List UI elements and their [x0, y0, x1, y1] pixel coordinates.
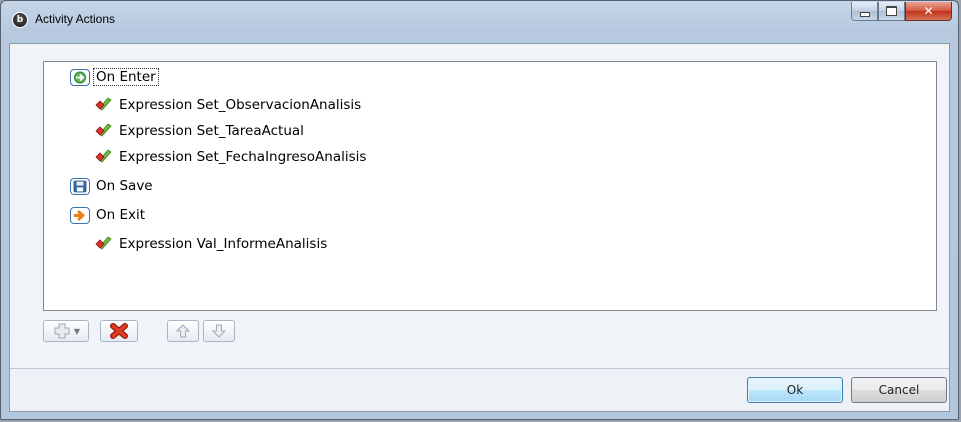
- tree-item-label: Expression Set_ObservacionAnalisis: [119, 97, 362, 113]
- delete-button[interactable]: [100, 320, 138, 342]
- dialog-footer: Ok Cancel: [10, 368, 949, 411]
- exit-arrow-icon: [70, 206, 90, 224]
- close-button[interactable]: ✕: [905, 2, 952, 21]
- tree-item-label: Expression Set_TareaActual: [119, 123, 304, 139]
- tree-node-label: On Exit: [96, 207, 146, 223]
- activity-actions-dialog: b Activity Actions ✕ On Enter Expression…: [0, 0, 959, 420]
- chevron-down-icon: ▼: [73, 326, 81, 336]
- maximize-icon: [886, 6, 897, 16]
- move-up-button[interactable]: [167, 320, 199, 342]
- maximize-button[interactable]: [878, 2, 905, 21]
- expression-gem-icon: [95, 97, 112, 111]
- window-title: Activity Actions: [35, 12, 116, 26]
- add-dropdown-button[interactable]: ▼: [43, 320, 89, 342]
- add-plus-icon: [54, 323, 70, 339]
- tree-item-label: Expression Val_InformeAnalisis: [119, 236, 328, 252]
- caption-buttons: ✕: [851, 2, 952, 22]
- app-logo-icon[interactable]: b: [12, 12, 28, 28]
- arrow-down-icon: [211, 324, 227, 338]
- move-down-button[interactable]: [203, 320, 235, 342]
- tree-item-expression[interactable]: Expression Set_TareaActual: [95, 121, 304, 141]
- arrow-up-icon: [175, 324, 191, 338]
- expression-gem-icon: [95, 123, 112, 137]
- minimize-button[interactable]: [851, 2, 878, 21]
- cancel-button[interactable]: Cancel: [851, 377, 947, 403]
- enter-arrow-icon: [70, 68, 90, 86]
- save-disk-icon: [70, 177, 90, 195]
- tree-node-on-save[interactable]: On Save: [70, 176, 153, 196]
- dialog-content: On Enter Expression Set_ObservacionAnali…: [9, 43, 950, 412]
- tree-item-expression[interactable]: Expression Set_FechaIngresoAnalisis: [95, 147, 366, 167]
- expression-gem-icon: [95, 149, 112, 163]
- delete-x-icon: [110, 323, 128, 339]
- tree-item-label: Expression Set_FechaIngresoAnalisis: [119, 149, 367, 165]
- tree-item-expression[interactable]: Expression Set_ObservacionAnalisis: [95, 95, 361, 115]
- tree-node-label: On Save: [96, 178, 153, 194]
- tree-item-expression[interactable]: Expression Val_InformeAnalisis: [95, 234, 327, 254]
- title-bar[interactable]: b Activity Actions ✕: [1, 1, 958, 43]
- tree-node-label: On Enter: [93, 68, 159, 86]
- tree-node-on-exit[interactable]: On Exit: [70, 205, 145, 225]
- expression-gem-icon: [95, 236, 112, 250]
- close-icon: ✕: [923, 4, 934, 18]
- minimize-icon: [859, 11, 870, 17]
- ok-button[interactable]: Ok: [747, 377, 843, 403]
- tree-node-on-enter[interactable]: On Enter: [70, 67, 159, 87]
- actions-tree[interactable]: On Enter Expression Set_ObservacionAnali…: [43, 61, 937, 311]
